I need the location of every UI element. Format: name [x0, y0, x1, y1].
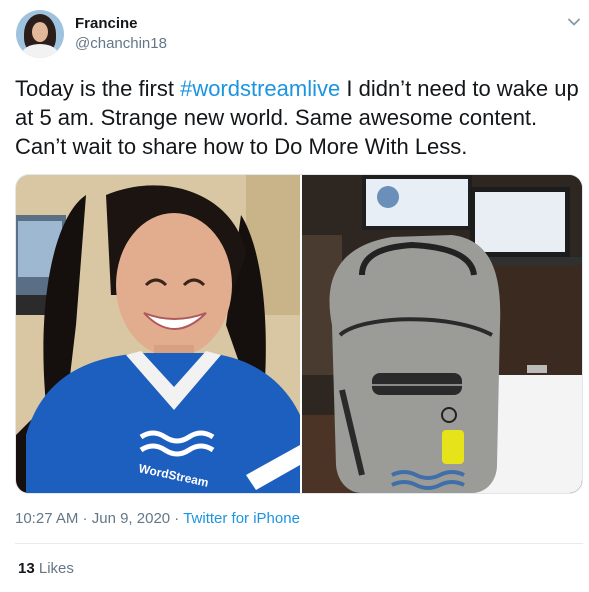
likes-label: Likes — [38, 560, 74, 577]
tweet-timestamp: 10:27 AM · Jun 9, 2020 · Twitter for iPh… — [15, 510, 300, 527]
avatar[interactable] — [16, 10, 64, 58]
backpack-illustration — [302, 175, 582, 493]
tweet-date[interactable]: Jun 9, 2020 — [92, 510, 170, 527]
author-handle[interactable]: @chanchin18 — [75, 35, 167, 52]
author-name[interactable]: Francine — [75, 15, 138, 32]
source-link[interactable]: Twitter for iPhone — [183, 510, 300, 527]
backpack-photo[interactable] — [302, 175, 582, 493]
selfie-illustration: WordStream — [16, 175, 300, 493]
avatar-face — [32, 22, 48, 42]
hashtag-link[interactable]: #wordstreamlive — [180, 76, 340, 101]
likes-stat[interactable]: 13 Likes — [18, 560, 74, 577]
chevron-down-icon[interactable] — [566, 14, 582, 30]
tweet-text: Today is the first #wordstreamlive I did… — [15, 74, 580, 161]
tweet-time[interactable]: 10:27 AM — [15, 510, 78, 527]
tweet-media: WordStream — [15, 174, 583, 494]
avatar-shirt — [22, 44, 58, 58]
meta-separator: · — [170, 510, 184, 527]
tweet-text-start: Today is the first — [15, 76, 181, 101]
likes-count: 13 — [18, 560, 35, 577]
selfie-photo[interactable]: WordStream — [16, 175, 300, 493]
meta-separator: · — [78, 510, 92, 527]
divider — [15, 543, 583, 544]
